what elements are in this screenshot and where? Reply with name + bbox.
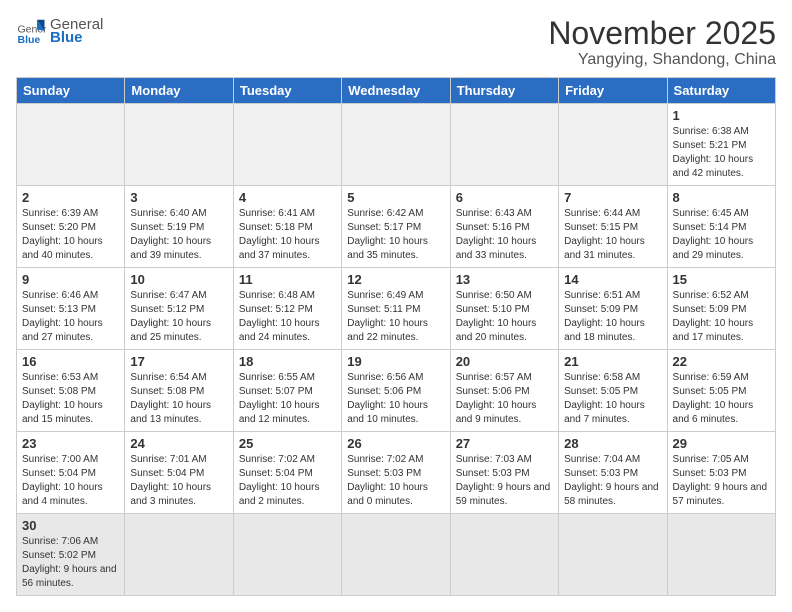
col-sunday: Sunday bbox=[17, 78, 125, 104]
table-row: 7Sunrise: 6:44 AMSunset: 5:15 PMDaylight… bbox=[559, 186, 667, 268]
table-row: 10Sunrise: 6:47 AMSunset: 5:12 PMDayligh… bbox=[125, 268, 233, 350]
table-row: 2Sunrise: 6:39 AMSunset: 5:20 PMDaylight… bbox=[17, 186, 125, 268]
table-row: 3Sunrise: 6:40 AMSunset: 5:19 PMDaylight… bbox=[125, 186, 233, 268]
table-row: 5Sunrise: 6:42 AMSunset: 5:17 PMDaylight… bbox=[342, 186, 450, 268]
table-row: 27Sunrise: 7:03 AMSunset: 5:03 PMDayligh… bbox=[450, 432, 558, 514]
col-tuesday: Tuesday bbox=[233, 78, 341, 104]
col-thursday: Thursday bbox=[450, 78, 558, 104]
location-title: Yangying, Shandong, China bbox=[548, 51, 776, 69]
calendar-row: 23Sunrise: 7:00 AMSunset: 5:04 PMDayligh… bbox=[17, 432, 776, 514]
table-row: 25Sunrise: 7:02 AMSunset: 5:04 PMDayligh… bbox=[233, 432, 341, 514]
col-wednesday: Wednesday bbox=[342, 78, 450, 104]
table-row: 20Sunrise: 6:57 AMSunset: 5:06 PMDayligh… bbox=[450, 350, 558, 432]
empty-cell bbox=[233, 514, 341, 596]
empty-cell bbox=[125, 514, 233, 596]
table-row bbox=[559, 104, 667, 186]
table-row bbox=[233, 104, 341, 186]
calendar-row: 16Sunrise: 6:53 AMSunset: 5:08 PMDayligh… bbox=[17, 350, 776, 432]
table-row: 14Sunrise: 6:51 AMSunset: 5:09 PMDayligh… bbox=[559, 268, 667, 350]
table-row: 17Sunrise: 6:54 AMSunset: 5:08 PMDayligh… bbox=[125, 350, 233, 432]
table-row bbox=[450, 104, 558, 186]
calendar-row: 2Sunrise: 6:39 AMSunset: 5:20 PMDaylight… bbox=[17, 186, 776, 268]
table-row: 12Sunrise: 6:49 AMSunset: 5:11 PMDayligh… bbox=[342, 268, 450, 350]
table-row: 18Sunrise: 6:55 AMSunset: 5:07 PMDayligh… bbox=[233, 350, 341, 432]
table-row: 16Sunrise: 6:53 AMSunset: 5:08 PMDayligh… bbox=[17, 350, 125, 432]
logo-icon: General Blue bbox=[16, 16, 46, 46]
table-row: 19Sunrise: 6:56 AMSunset: 5:06 PMDayligh… bbox=[342, 350, 450, 432]
col-friday: Friday bbox=[559, 78, 667, 104]
table-row: 1Sunrise: 6:38 AMSunset: 5:21 PMDaylight… bbox=[667, 104, 775, 186]
table-row: 15Sunrise: 6:52 AMSunset: 5:09 PMDayligh… bbox=[667, 268, 775, 350]
table-row: 29Sunrise: 7:05 AMSunset: 5:03 PMDayligh… bbox=[667, 432, 775, 514]
table-row: 4Sunrise: 6:41 AMSunset: 5:18 PMDaylight… bbox=[233, 186, 341, 268]
title-area: November 2025 Yangying, Shandong, China bbox=[548, 16, 776, 69]
table-row bbox=[17, 104, 125, 186]
table-row: 21Sunrise: 6:58 AMSunset: 5:05 PMDayligh… bbox=[559, 350, 667, 432]
table-row: 8Sunrise: 6:45 AMSunset: 5:14 PMDaylight… bbox=[667, 186, 775, 268]
calendar-header-row: Sunday Monday Tuesday Wednesday Thursday… bbox=[17, 78, 776, 104]
table-row: 6Sunrise: 6:43 AMSunset: 5:16 PMDaylight… bbox=[450, 186, 558, 268]
empty-cell bbox=[559, 514, 667, 596]
svg-text:Blue: Blue bbox=[18, 34, 41, 46]
col-monday: Monday bbox=[125, 78, 233, 104]
table-row: 22Sunrise: 6:59 AMSunset: 5:05 PMDayligh… bbox=[667, 350, 775, 432]
table-row: 26Sunrise: 7:02 AMSunset: 5:03 PMDayligh… bbox=[342, 432, 450, 514]
table-row: 13Sunrise: 6:50 AMSunset: 5:10 PMDayligh… bbox=[450, 268, 558, 350]
table-row bbox=[125, 104, 233, 186]
table-row: 24Sunrise: 7:01 AMSunset: 5:04 PMDayligh… bbox=[125, 432, 233, 514]
empty-cell bbox=[342, 514, 450, 596]
calendar-table: Sunday Monday Tuesday Wednesday Thursday… bbox=[16, 77, 776, 596]
empty-cell bbox=[667, 514, 775, 596]
calendar-row: 1Sunrise: 6:38 AMSunset: 5:21 PMDaylight… bbox=[17, 104, 776, 186]
calendar-row: 30Sunrise: 7:06 AMSunset: 5:02 PMDayligh… bbox=[17, 514, 776, 596]
page-header: General Blue General Blue November 2025 … bbox=[16, 16, 776, 69]
calendar-row: 9Sunrise: 6:46 AMSunset: 5:13 PMDaylight… bbox=[17, 268, 776, 350]
month-title: November 2025 bbox=[548, 16, 776, 51]
col-saturday: Saturday bbox=[667, 78, 775, 104]
table-row: 23Sunrise: 7:00 AMSunset: 5:04 PMDayligh… bbox=[17, 432, 125, 514]
table-row: 30Sunrise: 7:06 AMSunset: 5:02 PMDayligh… bbox=[17, 514, 125, 596]
table-row: 9Sunrise: 6:46 AMSunset: 5:13 PMDaylight… bbox=[17, 268, 125, 350]
table-row: 28Sunrise: 7:04 AMSunset: 5:03 PMDayligh… bbox=[559, 432, 667, 514]
logo: General Blue General Blue bbox=[16, 16, 103, 46]
table-row: 11Sunrise: 6:48 AMSunset: 5:12 PMDayligh… bbox=[233, 268, 341, 350]
table-row bbox=[342, 104, 450, 186]
empty-cell bbox=[450, 514, 558, 596]
